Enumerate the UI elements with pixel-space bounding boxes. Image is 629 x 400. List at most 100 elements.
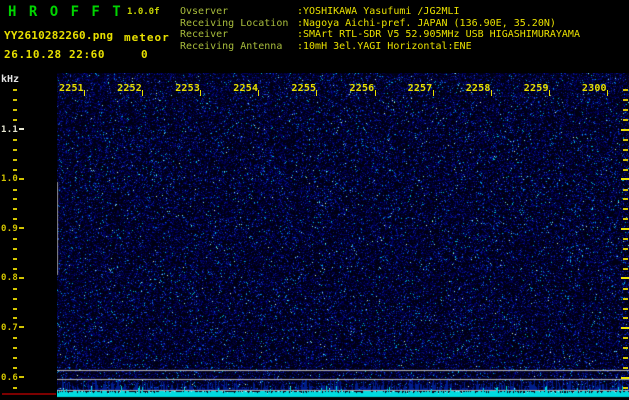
time-label: 2256 xyxy=(349,83,375,94)
time-label: 2251 xyxy=(59,83,84,94)
freq-minor-tick-right xyxy=(623,267,628,270)
freq-minor-tick-right xyxy=(623,208,628,211)
freq-minor-tick-right xyxy=(623,138,628,141)
freq-minor-tick-left xyxy=(13,317,17,320)
station-info-row: Ovserver :YOSHIKAWA Yasufumi /JG2MLI xyxy=(180,6,580,18)
time-label: 2253 xyxy=(175,83,201,94)
station-info-label: Receiver xyxy=(180,29,229,40)
freq-label: 0.9 xyxy=(1,223,25,234)
freq-minor-tick-right xyxy=(623,89,628,92)
freq-minor-tick-right xyxy=(623,317,628,320)
freq-minor-tick-right xyxy=(623,287,628,290)
freq-major-tick xyxy=(19,128,25,130)
freq-minor-tick-left xyxy=(13,257,17,260)
time-tick xyxy=(316,90,318,96)
freq-minor-tick-left xyxy=(13,138,17,141)
freq-minor-tick-right xyxy=(623,109,628,112)
freq-minor-tick-left xyxy=(13,287,17,290)
time-label: 2258 xyxy=(465,83,491,94)
station-info-label: Receiving Location xyxy=(180,17,289,29)
freq-minor-tick-right xyxy=(623,248,628,251)
freq-minor-tick-right xyxy=(623,357,628,360)
freq-minor-tick-right xyxy=(623,158,628,161)
freq-minor-tick-left xyxy=(13,357,17,360)
freq-minor-tick-right xyxy=(623,386,628,389)
freq-minor-tick-right xyxy=(623,257,628,260)
freq-minor-tick-right xyxy=(623,297,628,300)
station-info-value: :YOSHIKAWA Yasufumi /JG2MLI xyxy=(297,6,460,17)
freq-label-text: 0.7 xyxy=(1,322,19,333)
time-label: 2259 xyxy=(523,83,549,94)
station-info-value: :Nagoya Aichi-pref. JAPAN (136.90E, 35.2… xyxy=(297,17,556,29)
time-tick xyxy=(606,90,608,96)
freq-minor-tick-left xyxy=(13,208,17,211)
freq-minor-tick-right xyxy=(623,119,628,122)
freq-minor-tick-left xyxy=(13,297,17,300)
level-baseline-marker xyxy=(2,393,56,395)
freq-major-tick-right xyxy=(621,376,629,379)
time-label: 2252 xyxy=(117,83,142,94)
app-title: H R O F F T xyxy=(8,4,123,20)
time-tick xyxy=(84,90,85,96)
freq-major-tick xyxy=(19,276,25,279)
freq-major-tick-right xyxy=(621,277,629,280)
freq-minor-tick-left xyxy=(13,89,17,92)
freq-minor-tick-left xyxy=(13,267,17,270)
freq-minor-tick-left xyxy=(13,198,17,201)
y-axis-unit: kHz xyxy=(1,74,20,85)
mode-label: meteor xyxy=(124,31,170,44)
freq-minor-tick-right xyxy=(623,198,628,201)
freq-minor-tick-right xyxy=(623,218,628,221)
freq-label-text: 1.0 xyxy=(1,174,19,185)
freq-major-tick xyxy=(19,227,25,230)
time-label: 2257 xyxy=(407,83,433,94)
freq-minor-tick-left xyxy=(13,238,17,241)
time-label: 2255 xyxy=(291,83,317,94)
freq-minor-tick-left xyxy=(13,168,17,171)
station-info-label: Ovserver xyxy=(180,6,229,17)
freq-label: 1.1 xyxy=(1,125,25,135)
freq-major-tick-right xyxy=(621,178,629,181)
freq-minor-tick-left xyxy=(13,386,17,389)
freq-major-tick xyxy=(19,326,25,329)
freq-minor-tick-right xyxy=(623,347,628,350)
station-info-value: :SMArt RTL-SDR V5 52.905MHz USB HIGASHIM… xyxy=(297,29,580,40)
freq-minor-tick-right xyxy=(623,99,628,102)
freq-major-tick xyxy=(19,376,25,378)
freq-major-tick xyxy=(19,177,25,180)
freq-minor-tick-right xyxy=(623,367,628,370)
freq-label-text: 0.8 xyxy=(1,273,19,284)
freq-major-tick-right xyxy=(621,227,629,230)
spectrogram-canvas xyxy=(57,73,629,400)
freq-major-tick-right xyxy=(621,128,629,131)
station-info-row: Receiving Antenna :10mH 3el.YAGI Horizont… xyxy=(180,41,580,53)
time-label: 2254 xyxy=(233,83,259,94)
station-info: Ovserver :YOSHIKAWA Yasufumi /JG2MLI Recei… xyxy=(180,6,580,52)
freq-minor-tick-right xyxy=(623,238,628,241)
app-version: 1.0.0f xyxy=(127,7,160,17)
freq-label-text: 0.6 xyxy=(1,372,19,383)
station-info-value: :10mH 3el.YAGI Horizontal:ENE xyxy=(297,40,472,52)
freq-label: 0.8 xyxy=(1,273,25,284)
freq-minor-tick-left xyxy=(13,367,17,370)
freq-label-text: 0.9 xyxy=(1,223,19,234)
freq-minor-tick-left xyxy=(13,337,17,340)
freq-minor-tick-left xyxy=(13,109,17,112)
time-tick xyxy=(548,90,550,96)
freq-minor-tick-left xyxy=(13,218,17,221)
freq-minor-tick-right xyxy=(623,188,628,191)
freq-minor-tick-right xyxy=(623,337,628,340)
freq-minor-tick-left xyxy=(13,347,17,350)
echo-count: 0 xyxy=(141,48,148,61)
station-info-label: Receiving Antenna xyxy=(180,40,283,52)
hrofft-window: H R O F F T 1.0.0f YY2610282260.png mete… xyxy=(0,0,629,400)
freq-minor-tick-left xyxy=(13,99,17,102)
time-tick xyxy=(200,90,202,96)
station-info-row: Receiver :SMArt RTL-SDR V5 52.905MHz USB … xyxy=(180,29,580,41)
freq-minor-tick-right xyxy=(623,168,628,171)
output-filename: YY2610282260.png xyxy=(4,29,114,42)
time-tick xyxy=(374,90,376,96)
freq-label: 1.0 xyxy=(1,174,25,185)
time-label: 2300 xyxy=(581,83,607,94)
freq-label: 0.7 xyxy=(1,322,25,333)
